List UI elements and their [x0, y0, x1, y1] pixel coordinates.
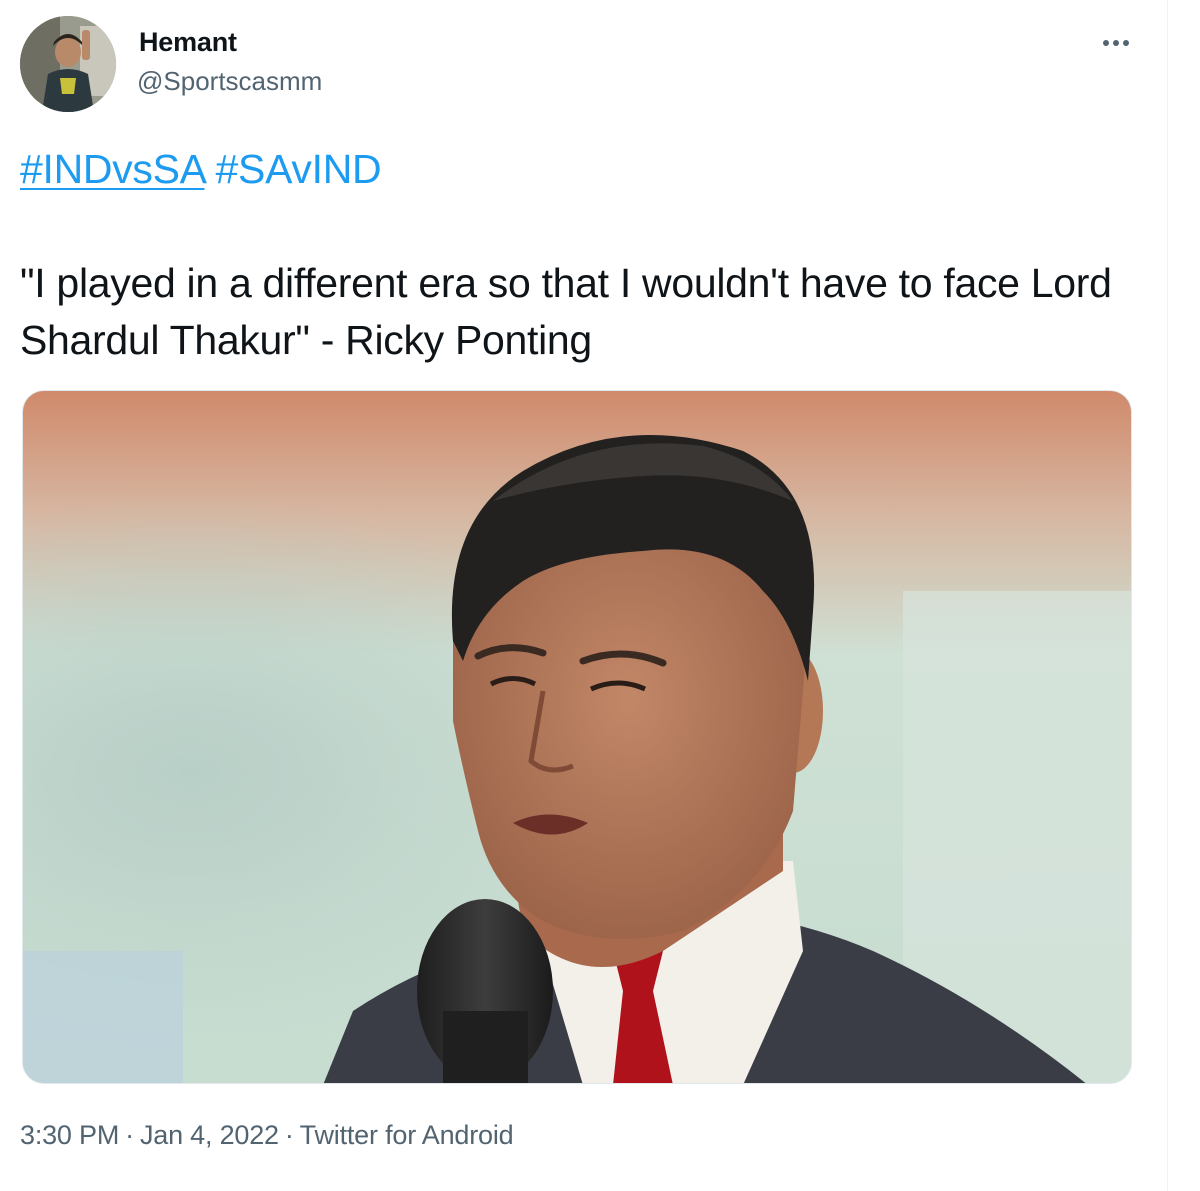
- more-options-button[interactable]: [1094, 28, 1138, 58]
- tweet-media-image[interactable]: [22, 390, 1132, 1084]
- tweet-source[interactable]: Twitter for Android: [300, 1120, 514, 1151]
- tweet-date[interactable]: Jan 4, 2022: [140, 1120, 279, 1151]
- hashtag-link[interactable]: #SAvIND: [216, 146, 382, 192]
- avatar-photo: [20, 16, 116, 112]
- more-horizontal-icon: [1103, 40, 1129, 46]
- author-handle[interactable]: @Sportscasmm: [137, 66, 322, 97]
- tweet-meta: 3:30 PM · Jan 4, 2022 · Twitter for Android: [20, 1120, 514, 1151]
- author-name[interactable]: Hemant: [139, 27, 237, 58]
- author-avatar[interactable]: [20, 16, 116, 112]
- tweet-text: "I played in a different era so that I w…: [20, 260, 1112, 363]
- hashtag-line: #INDvsSA #SAvIND: [20, 146, 382, 193]
- tweet-card: Hemant @Sportscasmm #INDvsSA #SAvIND "I …: [0, 0, 1168, 1191]
- media-photo: [23, 391, 1131, 1083]
- meta-separator: ·: [284, 1120, 294, 1150]
- tweet-time[interactable]: 3:30 PM: [20, 1120, 119, 1151]
- hashtag-link[interactable]: #INDvsSA: [20, 146, 205, 192]
- meta-separator: ·: [125, 1120, 134, 1150]
